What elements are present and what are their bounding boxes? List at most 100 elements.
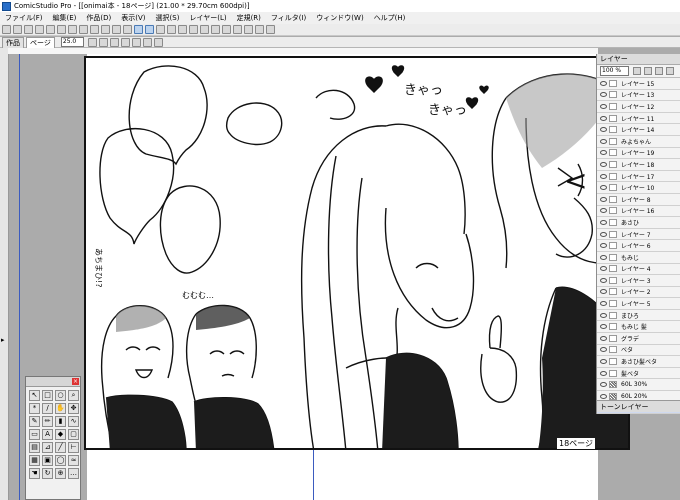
fit-page-icon[interactable]	[153, 37, 163, 47]
rotate-right-icon[interactable]	[131, 37, 141, 47]
layer-row[interactable]: 髪ベタ	[597, 368, 680, 380]
layer-opacity-field[interactable]: 100 %	[600, 66, 629, 76]
layer-row[interactable]: ベタ	[597, 345, 680, 357]
layer-row[interactable]: レイヤー 15	[597, 78, 680, 90]
eye-icon[interactable]	[600, 370, 607, 376]
pencil-icon[interactable]: ✏	[42, 416, 53, 427]
eye-icon[interactable]	[600, 173, 607, 179]
paste-icon[interactable]	[68, 25, 77, 34]
selection-pen-icon[interactable]: /	[42, 403, 53, 414]
gradient-icon[interactable]: ▤	[29, 442, 40, 453]
eye-icon[interactable]	[600, 80, 607, 86]
layer-row[interactable]: レイヤー 10	[597, 182, 680, 194]
eye-icon[interactable]	[600, 243, 607, 249]
tone-icon[interactable]	[211, 25, 220, 34]
fill-icon[interactable]: ◆	[55, 429, 66, 440]
pen-icon[interactable]: ✎	[29, 416, 40, 427]
menu-edit[interactable]: 編集(E)	[48, 13, 82, 23]
layer-row[interactable]: レイヤー 12	[597, 101, 680, 113]
layer-row[interactable]: レイヤー 16	[597, 206, 680, 218]
zoom-up-icon[interactable]	[87, 37, 97, 47]
zoom-tool-icon[interactable]: ⌕	[68, 390, 79, 401]
layer-row[interactable]: レイヤー 19	[597, 148, 680, 160]
view-mode-icon[interactable]	[134, 25, 143, 34]
rotate-view-icon[interactable]: ↻	[42, 468, 53, 479]
save-icon[interactable]	[24, 25, 33, 34]
layer-row[interactable]: レイヤー 13	[597, 90, 680, 102]
text-tool-icon[interactable]: A	[42, 429, 53, 440]
cut-icon[interactable]	[46, 25, 55, 34]
layer-row[interactable]: レイヤー 7	[597, 229, 680, 241]
layer-row[interactable]: レイヤー 2	[597, 287, 680, 299]
line-icon[interactable]: ╱	[55, 442, 66, 453]
zoom-out-icon[interactable]	[123, 25, 132, 34]
eye-icon[interactable]	[600, 324, 607, 330]
more-tools-icon[interactable]: …	[68, 468, 79, 479]
fit-window-icon[interactable]	[156, 25, 165, 34]
layer-row[interactable]: もみじ 髪	[597, 321, 680, 334]
hand-tool-icon[interactable]: ✋	[55, 403, 66, 414]
tone-scrape-icon[interactable]: ▦	[29, 455, 40, 466]
layer-icon[interactable]	[200, 25, 209, 34]
layer-row[interactable]: レイヤー 3	[597, 275, 680, 287]
layer-row[interactable]: レイヤー 11	[597, 113, 680, 125]
open-file-icon[interactable]	[13, 25, 22, 34]
history-icon[interactable]	[255, 25, 264, 34]
layer-row[interactable]: レイヤー 5	[597, 298, 680, 310]
eye-icon[interactable]	[600, 185, 607, 191]
blur-icon[interactable]: ≈	[68, 455, 79, 466]
menu-filter[interactable]: フィルタ(I)	[266, 13, 311, 23]
comic-panel-frame[interactable]: きゃっ きゃっ むむむ… あちまひ!? <	[84, 56, 630, 450]
menu-view[interactable]: 表示(V)	[116, 13, 150, 23]
eye-icon[interactable]	[600, 196, 607, 202]
brush-icon[interactable]: ∿	[68, 416, 79, 427]
properties-icon[interactable]	[244, 25, 253, 34]
menu-layer[interactable]: レイヤー(L)	[184, 13, 231, 23]
eye-icon[interactable]	[600, 254, 607, 260]
zoom-down-icon[interactable]	[98, 37, 108, 47]
layer-row[interactable]: レイヤー 8	[597, 194, 680, 206]
layer-row[interactable]: グラデ	[597, 333, 680, 345]
grid-icon[interactable]	[178, 25, 187, 34]
layer-row[interactable]: レイヤー 4	[597, 264, 680, 276]
shape-icon[interactable]: ▢	[68, 429, 79, 440]
select-arrow-icon[interactable]: ↖	[29, 390, 40, 401]
collapse-arrow-icon[interactable]: ▸	[1, 336, 5, 344]
info-icon[interactable]	[266, 25, 275, 34]
zoom-in-icon[interactable]	[112, 25, 121, 34]
eye-icon[interactable]	[600, 92, 607, 98]
layer-row[interactable]: あさひ髪ベタ	[597, 356, 680, 368]
marker-icon[interactable]: ▮	[55, 416, 66, 427]
tab-page[interactable]: ページ	[26, 36, 55, 48]
eye-icon[interactable]	[600, 161, 607, 167]
frame-tool-icon[interactable]: ▣	[42, 455, 53, 466]
menu-file[interactable]: ファイル(F)	[0, 13, 48, 23]
menu-help[interactable]: ヘルプ(H)	[369, 13, 411, 23]
eraser-icon[interactable]: ▭	[29, 429, 40, 440]
navigator-icon[interactable]	[233, 25, 242, 34]
eye-icon[interactable]	[600, 335, 607, 341]
rotate-icon[interactable]	[167, 25, 176, 34]
new-file-icon[interactable]	[2, 25, 11, 34]
eye-icon[interactable]	[600, 312, 607, 318]
menu-work[interactable]: 作品(D)	[81, 13, 116, 23]
close-icon[interactable]: ×	[72, 378, 79, 385]
print-icon[interactable]	[35, 25, 44, 34]
rotate-left-icon[interactable]	[120, 37, 130, 47]
eye-icon[interactable]	[600, 393, 607, 399]
menu-select[interactable]: 選択(S)	[151, 13, 185, 23]
undo-icon[interactable]	[90, 25, 99, 34]
eye-icon[interactable]	[600, 231, 607, 237]
eye-icon[interactable]	[600, 103, 607, 109]
menu-window[interactable]: ウィンドウ(W)	[311, 13, 368, 23]
tab-work[interactable]: 作品	[2, 36, 24, 48]
lasso-icon[interactable]: ○	[55, 390, 66, 401]
eye-icon[interactable]	[600, 382, 607, 388]
redo-icon[interactable]	[101, 25, 110, 34]
new-folder-icon[interactable]	[644, 67, 652, 75]
view-mode-2-icon[interactable]	[145, 25, 154, 34]
hand-icon[interactable]	[109, 37, 119, 47]
zoom-view-icon[interactable]: ⊕	[55, 468, 66, 479]
layer-row[interactable]: あさひ	[597, 217, 680, 229]
menu-ruler[interactable]: 定規(R)	[232, 13, 266, 23]
